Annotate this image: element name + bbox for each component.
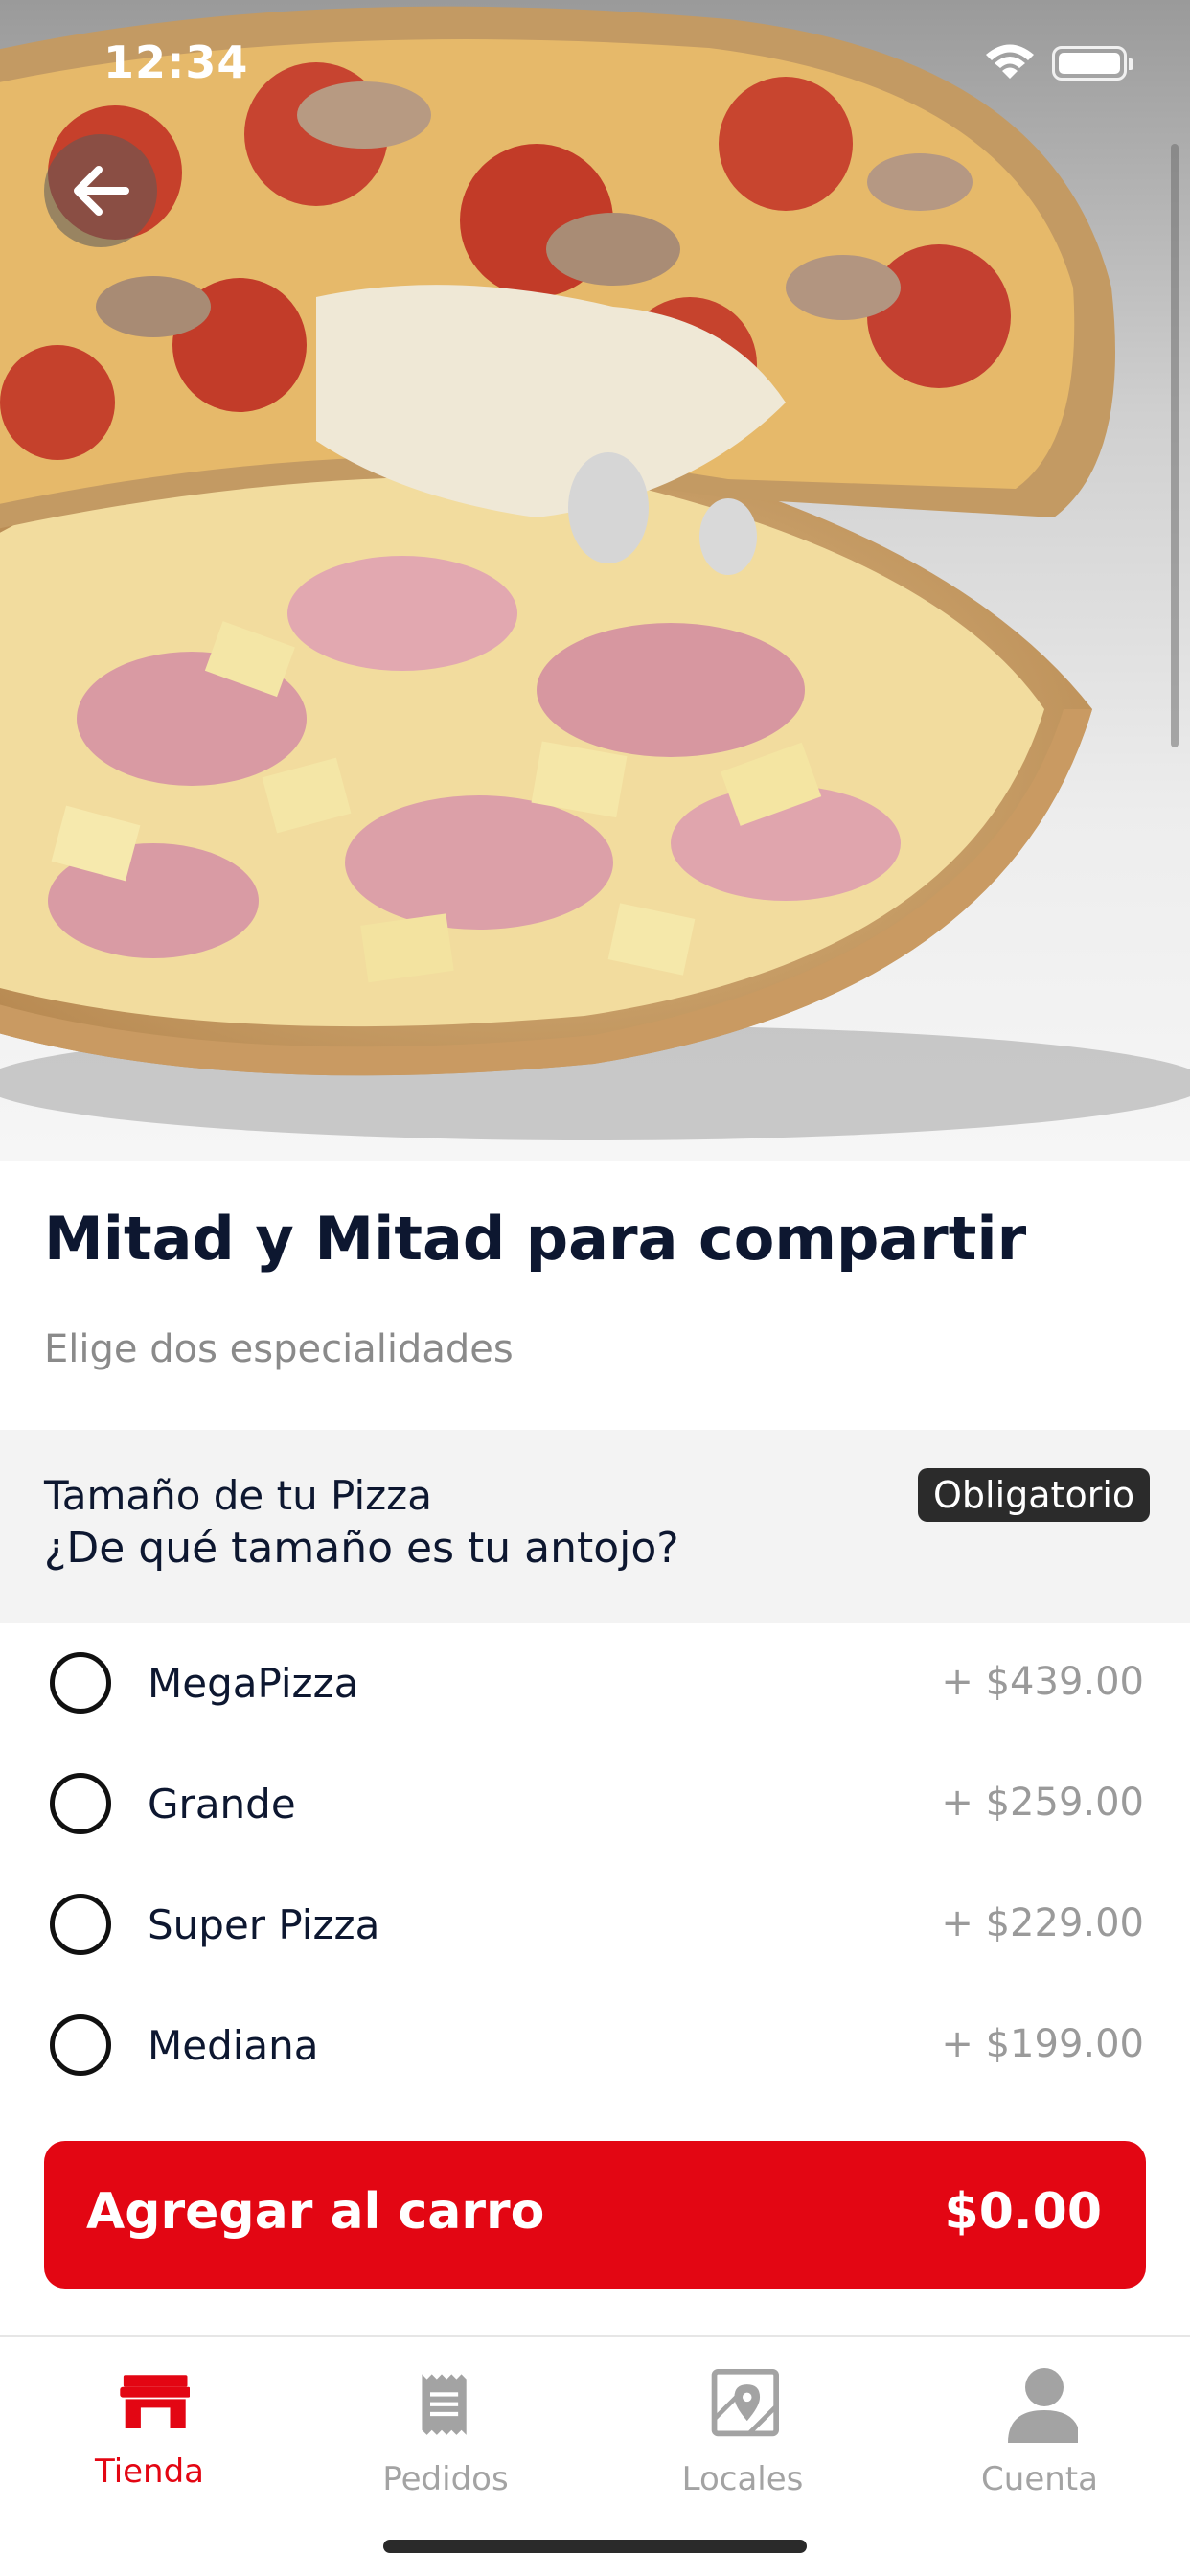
battery-icon bbox=[1052, 46, 1133, 80]
radio-button[interactable] bbox=[50, 2014, 111, 2076]
option-label: MegaPizza bbox=[148, 1660, 359, 1707]
size-option-grande[interactable]: Grande + $259.00 bbox=[0, 1744, 1190, 1865]
radio-button[interactable] bbox=[50, 1652, 111, 1714]
option-price: + $439.00 bbox=[941, 1660, 1144, 1704]
product-title: Mitad y Mitad para compartir bbox=[44, 1204, 1027, 1274]
option-label: Mediana bbox=[148, 2022, 319, 2069]
add-to-cart-button[interactable]: Agregar al carro $0.00 bbox=[44, 2141, 1146, 2288]
option-label: Super Pizza bbox=[148, 1901, 380, 1948]
user-icon bbox=[1008, 2368, 1078, 2443]
arrow-left-icon bbox=[74, 166, 129, 216]
store-icon bbox=[120, 2375, 190, 2428]
tab-locales[interactable]: Locales bbox=[628, 2364, 858, 2527]
tab-cuenta[interactable]: Cuenta bbox=[925, 2364, 1155, 2527]
option-price: + $229.00 bbox=[941, 1901, 1144, 1945]
status-bar: 12:34 bbox=[0, 0, 1190, 126]
pizza-illustration bbox=[0, 6, 1190, 1140]
tab-pedidos[interactable]: Pedidos bbox=[331, 2364, 561, 2527]
tab-label: Pedidos bbox=[382, 2460, 509, 2498]
tab-label: Cuenta bbox=[981, 2460, 1098, 2498]
size-section-header: Tamaño de tu Pizza ¿De qué tamaño es tu … bbox=[0, 1430, 1190, 1623]
status-time: 12:34 bbox=[103, 36, 249, 88]
radio-button[interactable] bbox=[50, 1773, 111, 1834]
radio-button[interactable] bbox=[50, 1894, 111, 1955]
section-title: Tamaño de tu Pizza bbox=[44, 1472, 432, 1519]
option-price: + $199.00 bbox=[941, 2022, 1144, 2066]
cart-total-price: $0.00 bbox=[944, 2183, 1102, 2241]
wifi-icon bbox=[986, 44, 1034, 79]
home-indicator[interactable] bbox=[383, 2540, 807, 2553]
required-badge: Obligatorio bbox=[918, 1468, 1151, 1522]
tab-label: Locales bbox=[681, 2460, 804, 2498]
section-question: ¿De qué tamaño es tu antojo? bbox=[44, 1524, 679, 1573]
scroll-indicator[interactable] bbox=[1171, 144, 1179, 748]
add-to-cart-label: Agregar al carro bbox=[86, 2183, 545, 2241]
tab-label: Tienda bbox=[94, 2452, 205, 2491]
size-option-mediana[interactable]: Mediana + $199.00 bbox=[0, 1986, 1190, 2106]
option-label: Grande bbox=[148, 1781, 296, 1828]
size-option-megapizza[interactable]: MegaPizza + $439.00 bbox=[0, 1623, 1190, 1744]
product-hero-image bbox=[0, 0, 1190, 1162]
option-price: + $259.00 bbox=[941, 1781, 1144, 1825]
size-option-super-pizza[interactable]: Super Pizza + $229.00 bbox=[0, 1865, 1190, 1986]
back-button[interactable] bbox=[44, 134, 157, 247]
tab-tienda[interactable]: Tienda bbox=[34, 2364, 264, 2527]
map-icon bbox=[711, 2368, 779, 2437]
product-subtitle: Elige dos especialidades bbox=[44, 1327, 514, 1371]
receipt-icon bbox=[422, 2374, 467, 2435]
